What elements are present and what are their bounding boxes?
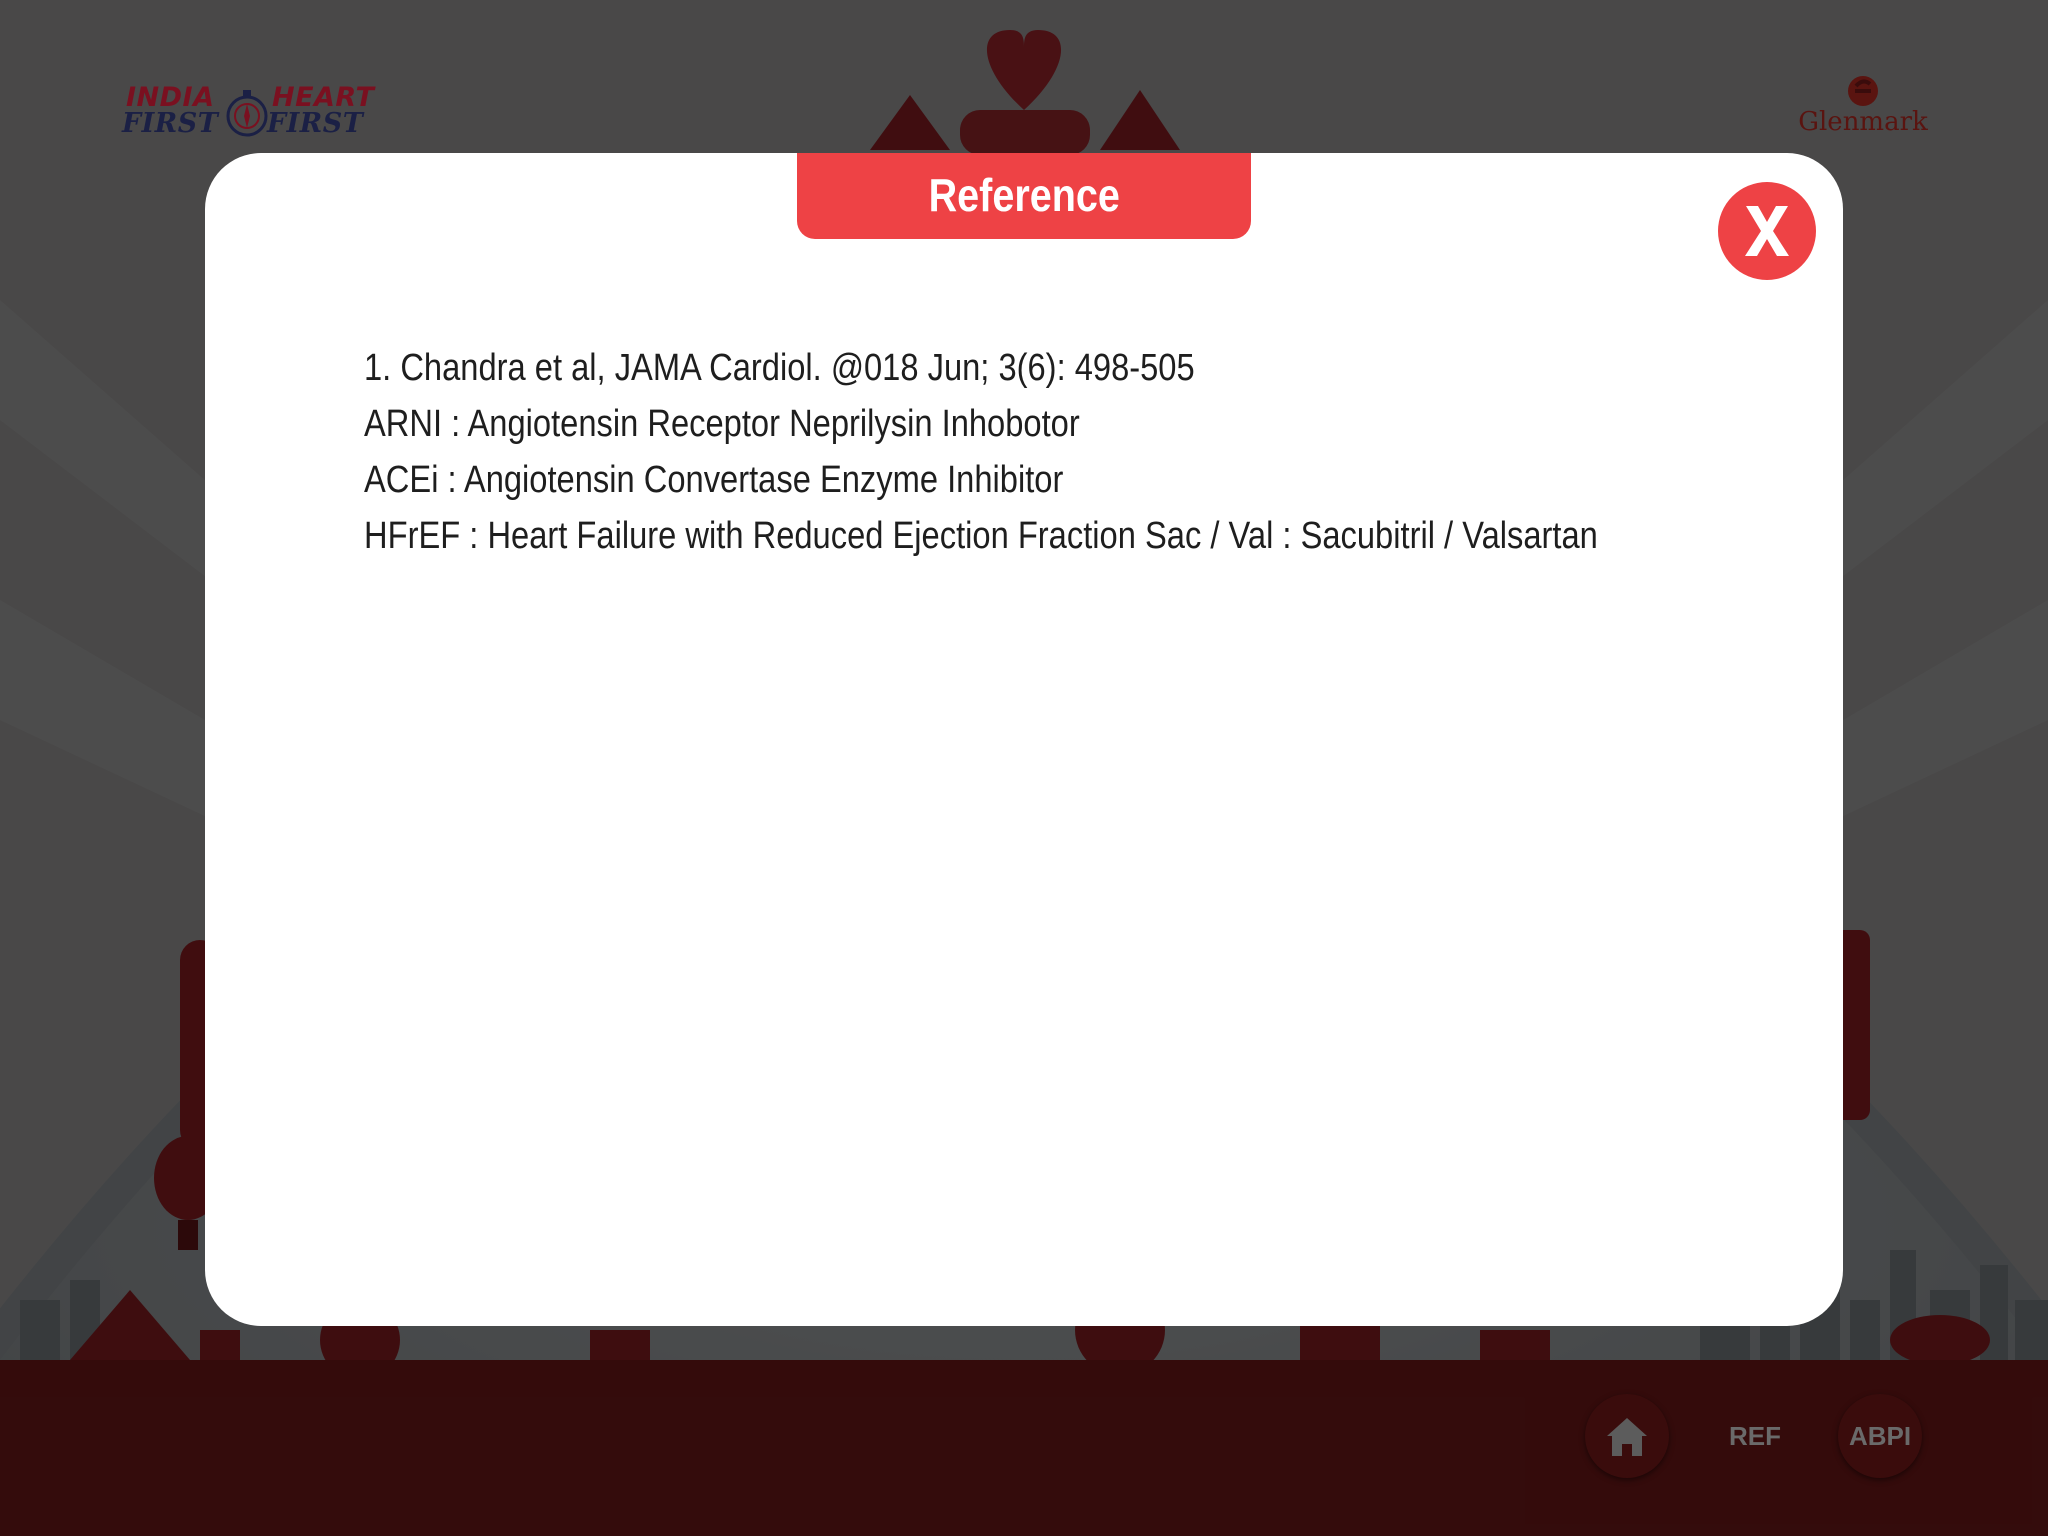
close-icon: [1745, 206, 1789, 256]
reference-text: HFrEF : Heart Failure with Reduced Eject…: [364, 515, 1598, 557]
abpi-button[interactable]: ABPI: [1838, 1394, 1922, 1478]
reference-item: ACEi : Angiotensin Convertase Enzyme Inh…: [364, 452, 1804, 508]
glenmark-logo: Glenmark: [1788, 74, 1938, 144]
modal-title-tab: Reference: [797, 153, 1251, 239]
glenmark-wordmark: Glenmark: [1798, 107, 1928, 137]
home-button[interactable]: [1585, 1394, 1669, 1478]
logo-word-first-left: FIRST: [122, 108, 219, 139]
india-heart-first-logo: INDIA FIRST HEART FIRST: [122, 84, 386, 142]
close-button[interactable]: [1718, 182, 1816, 280]
logo-word-first-right: FIRST: [267, 108, 364, 139]
logo-word-india: INDIA: [126, 82, 215, 113]
reference-modal: [205, 153, 1843, 1326]
home-icon: [1607, 1418, 1647, 1456]
reference-text: ACEi : Angiotensin Convertase Enzyme Inh…: [364, 459, 1064, 501]
modal-title: Reference: [928, 169, 1120, 221]
heart-compass-icon: [226, 90, 268, 137]
glenmark-mark-icon: [1848, 76, 1878, 106]
reference-item: ARNI : Angiotensin Receptor Neprilysin I…: [364, 396, 1804, 452]
ref-button[interactable]: REF: [1720, 1418, 1790, 1454]
reference-text: ARNI : Angiotensin Receptor Neprilysin I…: [364, 403, 1080, 445]
reference-item: 1. Chandra et al, JAMA Cardiol. @018 Jun…: [364, 340, 1804, 396]
logo-word-heart: HEART: [272, 82, 375, 113]
reference-list: 1. Chandra et al, JAMA Cardiol. @018 Jun…: [364, 340, 1804, 564]
reference-item: HFrEF : Heart Failure with Reduced Eject…: [364, 508, 1804, 564]
app-screen: INDIA FIRST HEART FIRST Glenmark REF ABP…: [0, 0, 2048, 1536]
reference-text: 1. Chandra et al, JAMA Cardiol. @018 Jun…: [364, 347, 1195, 389]
